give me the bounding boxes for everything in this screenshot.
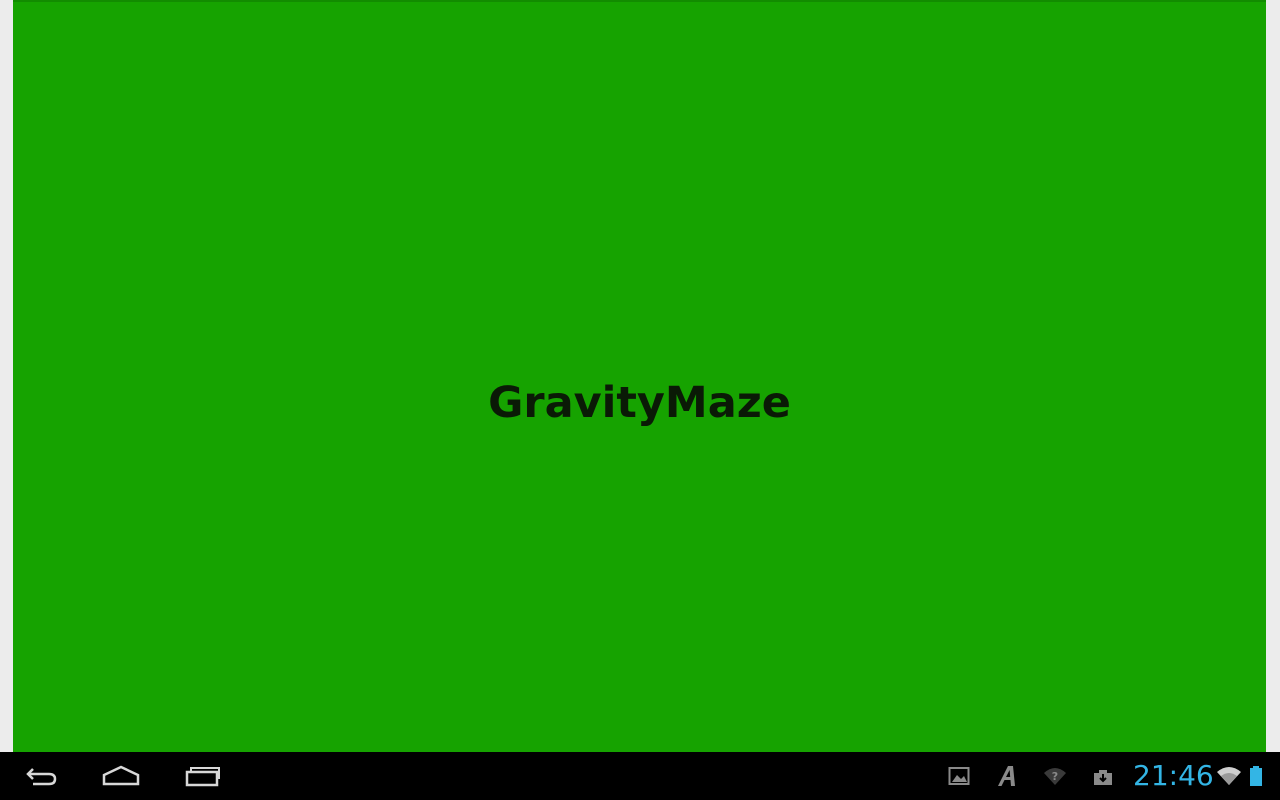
back-button[interactable]	[18, 752, 64, 800]
home-icon	[102, 765, 140, 786]
recent-apps-icon	[185, 767, 220, 787]
svg-text:?: ?	[1052, 770, 1058, 783]
font-a-notification-icon[interactable]	[995, 764, 1021, 788]
back-icon	[26, 768, 57, 786]
recent-apps-button[interactable]	[180, 752, 224, 800]
status-clock[interactable]: 21:46	[1133, 760, 1214, 792]
splash-screen[interactable]: GravityMaze	[13, 0, 1266, 752]
wifi-question-icon[interactable]: ?	[1043, 764, 1067, 788]
wifi-icon[interactable]	[1216, 764, 1242, 788]
home-button[interactable]	[98, 752, 144, 800]
system-navigation-bar: ? 21:46	[0, 752, 1280, 800]
device-screen: GravityMaze ? 21:46	[0, 0, 1280, 800]
battery-icon[interactable]	[1246, 764, 1266, 788]
gallery-notification-icon[interactable]	[947, 764, 971, 788]
app-title: GravityMaze	[488, 378, 791, 428]
download-notification-icon[interactable]	[1091, 764, 1115, 788]
